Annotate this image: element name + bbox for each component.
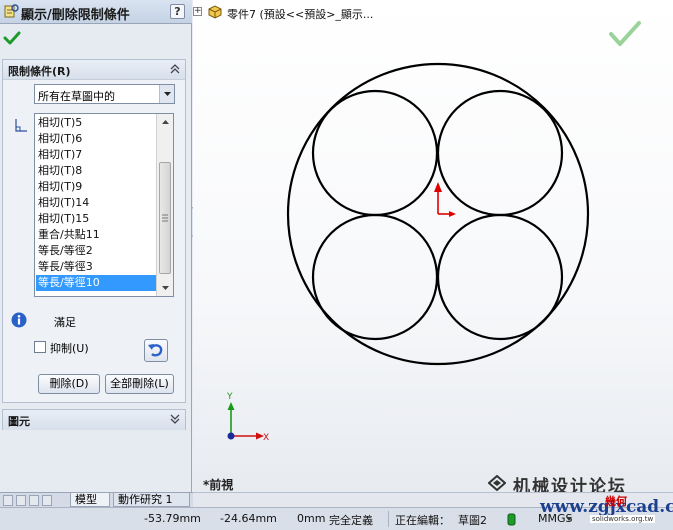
relation-list-item[interactable]: 等長/等徑2 — [36, 243, 156, 259]
suppress-checkbox[interactable] — [34, 341, 46, 353]
scrollbar-thumb[interactable] — [159, 162, 171, 274]
tab-model[interactable]: 模型 — [70, 493, 110, 507]
tab-motion-study[interactable]: 動作研究 1 — [113, 493, 190, 507]
property-manager-title: 顯示/刪除限制條件 — [21, 8, 130, 23]
chevron-down-icon[interactable] — [169, 413, 181, 425]
tab-last-icon[interactable] — [42, 495, 52, 506]
editing-label: 正在編輯： — [395, 514, 450, 527]
delete-button[interactable]: 刪除(D) — [38, 374, 100, 394]
relation-list-item[interactable]: 等長/等徑3 — [36, 259, 156, 275]
entities-group-title: 圖元 — [8, 415, 30, 428]
tab-first-icon[interactable] — [3, 495, 13, 506]
suppress-label[interactable]: 抑制(U) — [50, 340, 89, 356]
watermark: 机械设计论坛 — [483, 472, 673, 492]
watermark-text: 机械设计论坛 — [513, 477, 627, 492]
constraints-group-title: 限制條件(R) — [8, 65, 71, 78]
chevron-down-icon[interactable] — [159, 85, 174, 103]
relation-list-item[interactable]: 相切(T)5 — [36, 115, 156, 131]
chevron-up-icon[interactable] — [169, 63, 181, 75]
relation-filter-value: 所有在草圖中的 — [38, 90, 115, 103]
view-triad — [227, 402, 264, 440]
relations-list-scrollbar[interactable] — [156, 114, 173, 296]
relations-list[interactable]: 相切(T)5 相切(T)6 相切(T)7 相切(T)8 相切(T)9 相切(T)14 相切(… — [34, 113, 174, 297]
tabs-bar: 模型 動作研究 1 — [0, 492, 193, 507]
origin-icon — [434, 182, 456, 217]
sketch-canvas: Y X — [226, 62, 590, 443]
triad-x-label: X — [263, 433, 269, 443]
constraints-group-header[interactable]: 限制條件(R) — [3, 60, 185, 80]
relation-list-item[interactable]: 相切(T)7 — [36, 147, 156, 163]
perpendicular-relation-icon — [15, 119, 27, 132]
rebuild-status-icon[interactable] — [507, 513, 516, 526]
entities-group: 圖元 — [2, 409, 186, 430]
info-icon — [11, 312, 27, 328]
relation-list-item[interactable]: 相切(T)6 — [36, 131, 156, 147]
x-coordinate: -53.79mm — [144, 512, 201, 525]
watermark-brand: 幾何 — [605, 495, 627, 508]
tab-next-icon[interactable] — [29, 495, 39, 506]
ok-check-icon[interactable] — [3, 30, 21, 46]
circle-bottom-left — [311, 213, 439, 341]
relation-filter-select[interactable]: 所有在草圖中的 — [34, 84, 175, 104]
watermark-site: solidworks.org.tw — [590, 515, 656, 523]
property-manager-header: 顯示/刪除限制條件 ? — [0, 0, 192, 24]
watermark-url-overlay: www.zgjxcad.com 幾何 solidworks.org.tw — [540, 495, 673, 525]
relation-list-item[interactable]: 重合/共點11 — [36, 227, 156, 243]
undo-button[interactable] — [144, 339, 168, 362]
view-name-label: *前視 — [203, 478, 234, 492]
delete-all-button[interactable]: 全部刪除(L) — [105, 374, 174, 394]
relations-tool-icon — [4, 4, 19, 18]
relation-list-item[interactable]: 相切(T)14 — [36, 195, 156, 211]
triad-z-point — [227, 432, 235, 440]
relation-list-item[interactable]: 等長/等徑10 — [36, 275, 156, 291]
forum-logo-icon — [488, 475, 506, 491]
scroll-up-icon[interactable] — [158, 115, 173, 130]
circle-bottom-right — [436, 213, 564, 341]
z-coordinate: 0mm — [297, 512, 326, 525]
undo-icon — [148, 344, 163, 357]
editing-target: 草圖2 — [458, 514, 487, 527]
relation-list-item[interactable]: 相切(T)8 — [36, 163, 156, 179]
scroll-down-icon[interactable] — [158, 280, 173, 295]
triad-y-label: Y — [226, 392, 233, 402]
entities-group-header[interactable]: 圖元 — [3, 410, 185, 430]
tab-prev-icon[interactable] — [16, 495, 26, 506]
circle-top-right — [436, 89, 564, 217]
y-coordinate: -24.64mm — [220, 512, 277, 525]
circle-top-left — [311, 89, 439, 217]
property-manager: 顯示/刪除限制條件 ? 限制條件(R) 所有在草圖中的 相切(T)5 相切(T)6… — [0, 0, 192, 492]
help-button[interactable]: ? — [170, 4, 185, 19]
status-separator — [388, 511, 389, 527]
graphics-area[interactable]: + 零件7 (預設<<預設>_顯示... Y X *前視 机械设计论坛 — [193, 0, 673, 492]
relation-list-item[interactable]: 相切(T)9 — [36, 179, 156, 195]
relation-status-text: 滿足 — [54, 316, 76, 329]
relation-list-item[interactable]: 相切(T)15 — [36, 211, 156, 227]
definition-state: 完全定義 — [329, 514, 373, 527]
